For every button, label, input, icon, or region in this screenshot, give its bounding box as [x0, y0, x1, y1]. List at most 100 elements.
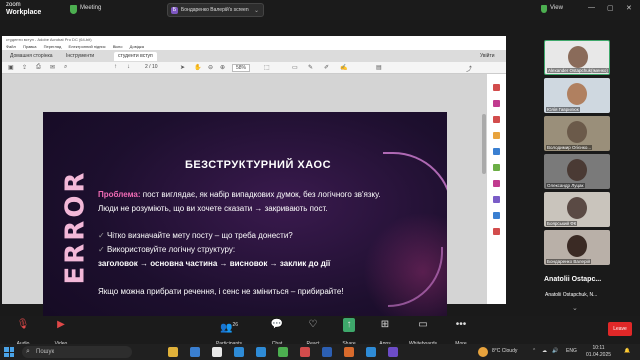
highlight-pen-icon[interactable]: ✎: [308, 64, 313, 71]
checklist-item-1: ✓ Чітко визначайте мету посту – що треба…: [98, 231, 293, 240]
menu-view[interactable]: Перегляд: [44, 44, 62, 49]
weather-icon[interactable]: [478, 347, 488, 357]
participant-tile[interactable]: Alexander Ostapchuk(Іменко): [544, 40, 610, 75]
view-button[interactable]: View: [550, 5, 563, 11]
system-clock[interactable]: 10:11 01.04.2025: [586, 345, 611, 359]
more-dots-icon: •••: [455, 319, 467, 330]
zoom-level-select[interactable]: 58%: [232, 64, 251, 72]
search-icon[interactable]: ⌕: [64, 64, 67, 71]
email-icon[interactable]: ✉: [50, 64, 55, 71]
checklist-item-2: ✓ Використовуйте логічну структуру:: [98, 245, 235, 254]
close-icon[interactable]: ✕: [626, 4, 632, 12]
menu-esign[interactable]: Електронний підпис: [69, 44, 106, 49]
signature-icon[interactable]: ✍: [340, 64, 347, 71]
edge-icon[interactable]: [234, 347, 244, 357]
draw-icon[interactable]: ✐: [324, 64, 329, 71]
comment-tool-icon[interactable]: [493, 132, 500, 139]
tray-arrow-icon[interactable]: ⌃: [532, 348, 536, 354]
document-area[interactable]: ERROR БЕЗСТРУКТУРНИЙ ХАОС Проблема: пост…: [2, 74, 487, 342]
screen-share-indicator[interactable]: Б Бондаренко Валерій's screen ⌄: [167, 3, 264, 17]
telegram-icon[interactable]: [366, 347, 376, 357]
participant-tile[interactable]: Бондаренко Валерій: [544, 230, 610, 265]
app-icon[interactable]: [212, 347, 222, 357]
fill-sign-icon[interactable]: [493, 180, 500, 187]
viber-icon[interactable]: [388, 347, 398, 357]
menu-edit[interactable]: Правка: [23, 44, 37, 49]
share-icon[interactable]: ⤴: [466, 64, 472, 73]
folder-icon[interactable]: [168, 347, 178, 357]
acrobat-toolbar: ▣ ⇪ ⎙ ✉ ⌕ ↑ ↓ 2 / 10 ➤ ✋ ⊖ ⊕ 58% ⬚ ▭ ✎ ✐…: [2, 62, 506, 74]
windows-start-icon[interactable]: [4, 347, 14, 357]
participant-video: [568, 46, 588, 68]
page-up-icon[interactable]: ↑: [114, 64, 117, 70]
store-icon[interactable]: [190, 347, 200, 357]
clock-time: 10:11: [592, 345, 605, 351]
chrome-icon[interactable]: [278, 347, 288, 357]
menu-help[interactable]: Довідка: [130, 44, 144, 49]
zoom-top-bar: zoom Workplace Meeting Б Бондаренко Вале…: [0, 0, 640, 20]
taskbar-search[interactable]: ⌕ Пошук: [22, 346, 132, 358]
consequence-line: Люди не розуміють, що ви хочете сказати …: [98, 204, 328, 213]
select-cursor-icon[interactable]: ➤: [180, 64, 185, 71]
page-current[interactable]: 2: [145, 64, 148, 70]
vertical-scrollbar[interactable]: [482, 114, 486, 174]
participant-tile[interactable]: Юлія Гаврилюк: [544, 78, 610, 113]
participant-video: [567, 235, 587, 257]
participant-video: [567, 159, 587, 181]
page-indicator[interactable]: 2 / 10: [145, 64, 158, 70]
volume-icon[interactable]: 🔊: [552, 348, 558, 354]
page-down-icon[interactable]: ↓: [127, 64, 130, 70]
protect-icon[interactable]: [493, 196, 500, 203]
network-icon[interactable]: ☁: [542, 348, 547, 354]
menu-window[interactable]: Вікно: [113, 44, 123, 49]
acrobat-title-bar: студенти вступ - Adobe Acrobat Pro DC (6…: [2, 36, 506, 43]
combine-files-icon[interactable]: [493, 148, 500, 155]
participant-tile[interactable]: Боярський ФК: [544, 192, 610, 227]
organize-pages-icon[interactable]: [493, 164, 500, 171]
meeting-label[interactable]: Meeting: [80, 5, 101, 11]
export-pdf-icon[interactable]: [493, 84, 500, 91]
tab-tools[interactable]: Інструменти: [66, 52, 94, 61]
fit-page-icon[interactable]: ⬚: [264, 64, 270, 71]
scan-ocr-icon[interactable]: [493, 212, 500, 219]
weather-text[interactable]: 8°C Cloudy: [492, 348, 517, 354]
share-screen-icon: ↑: [343, 318, 355, 332]
upload-icon[interactable]: ⇪: [22, 64, 27, 71]
view-grid-icon[interactable]: [541, 5, 547, 13]
participant-tile[interactable]: Володимир Огієнко...: [544, 116, 610, 151]
word-icon[interactable]: [322, 347, 332, 357]
sign-in-button[interactable]: Увійти: [480, 52, 495, 61]
participant-tile[interactable]: Олександр Луцак: [544, 154, 610, 189]
leave-button[interactable]: Leave: [608, 322, 632, 336]
page-total: / 10: [149, 64, 158, 70]
zoom-in-icon[interactable]: ⊕: [220, 64, 225, 71]
acrobat-right-tools: [487, 74, 506, 304]
create-pdf-icon[interactable]: [493, 100, 500, 107]
tab-home[interactable]: Домашня сторінка: [10, 52, 53, 61]
print-icon[interactable]: ⎙: [36, 64, 41, 71]
hand-tool-icon[interactable]: ✋: [194, 64, 201, 71]
minimize-icon[interactable]: —: [588, 4, 595, 11]
maximize-icon[interactable]: ▢: [607, 4, 614, 12]
chevron-down-icon[interactable]: ⌄: [254, 7, 259, 14]
chevron-down-icon[interactable]: ⌄: [572, 304, 578, 312]
zoom-out-icon[interactable]: ⊖: [208, 64, 213, 71]
edit-pdf-icon[interactable]: [493, 116, 500, 123]
notification-icon[interactable]: 🔔: [624, 348, 630, 354]
active-speaker-name: Anatolii Ostapc...: [544, 276, 602, 283]
stamp-icon[interactable]: ▤: [376, 64, 382, 71]
acrobat-icon[interactable]: [300, 347, 310, 357]
save-icon[interactable]: ▣: [8, 64, 14, 71]
security-shield-icon[interactable]: [70, 5, 77, 14]
tab-document[interactable]: студенти вступ: [114, 52, 157, 61]
powerpoint-icon[interactable]: [344, 347, 354, 357]
comment-icon[interactable]: ▭: [292, 64, 298, 71]
search-placeholder: Пошук: [36, 349, 55, 355]
sharer-avatar: Б: [171, 7, 178, 14]
problem-label: Проблема:: [98, 190, 141, 199]
language-indicator[interactable]: ENG: [566, 348, 577, 354]
menu-file[interactable]: Файл: [6, 44, 16, 49]
whiteboard-icon: ▭: [418, 319, 428, 330]
more-tools-icon[interactable]: [493, 228, 500, 235]
zoom-app-icon[interactable]: [256, 347, 266, 357]
